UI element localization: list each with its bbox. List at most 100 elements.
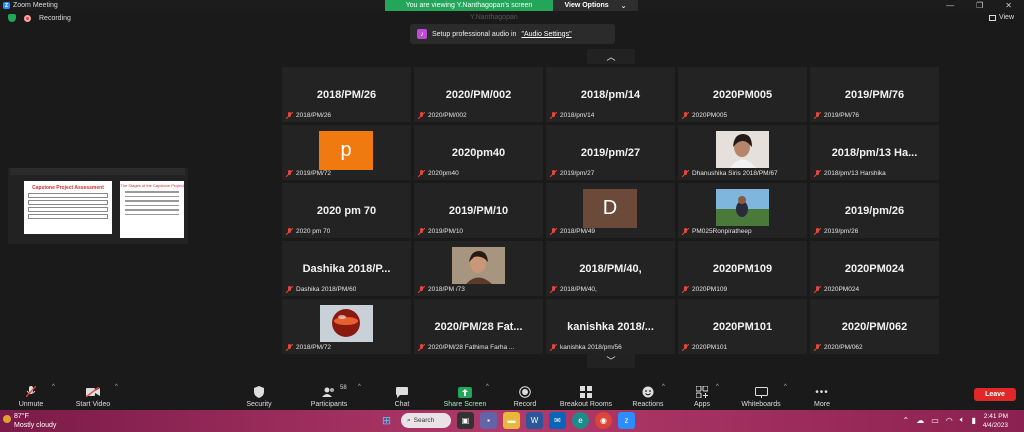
chrome-icon[interactable]: ◉ [595, 412, 612, 429]
more-dots-icon: ••• [815, 386, 829, 398]
shared-screen-thumbnail[interactable]: Capstone Project Assessment The Stages o… [8, 168, 188, 244]
participant-tile[interactable]: PM025Ronpiratheep [678, 183, 807, 238]
chevron-up-icon[interactable]: ^ [52, 384, 55, 390]
grid-view-icon [988, 14, 996, 21]
security-shield-icon[interactable] [8, 14, 16, 22]
teams-icon[interactable]: ▪ [480, 412, 497, 429]
apps-button[interactable]: Apps [690, 380, 714, 410]
participant-photo [716, 131, 769, 168]
participant-tile[interactable]: 2018/PM /73 [414, 241, 543, 296]
reactions-button[interactable]: Reactions [630, 380, 666, 410]
participant-display-name: 2018/pm/14 [580, 89, 641, 101]
participant-tile[interactable]: D 2018/PM/49 [546, 183, 675, 238]
participant-tile[interactable]: 2020PM005 2020PM005 [678, 67, 807, 122]
participant-tile[interactable]: 2018/PM/26 2018/PM/26 [282, 67, 411, 122]
whiteboards-label: Whiteboards [741, 401, 781, 408]
mic-muted-icon [285, 227, 294, 236]
participant-display-name: 2020/PM/002 [445, 89, 512, 101]
audio-settings-link[interactable]: "Audio Settings" [521, 31, 571, 38]
mic-muted-icon [417, 111, 426, 120]
participant-tile[interactable]: Dashika 2018/P... Dashika 2018/PM/60 [282, 241, 411, 296]
share-screen-button[interactable]: Share Screen [440, 380, 490, 410]
restore-icon[interactable]: ❐ [976, 1, 983, 10]
unmute-button[interactable]: Unmute [14, 380, 48, 410]
chevron-up-icon[interactable]: ^ [115, 384, 118, 390]
recording-icon [24, 14, 31, 22]
participant-photo [716, 189, 769, 226]
breakout-rooms-button[interactable]: Breakout Rooms [555, 380, 617, 410]
leave-button[interactable]: Leave [974, 388, 1016, 401]
participant-tile[interactable]: p 2019/PM/72 [282, 125, 411, 180]
participants-button[interactable]: 58 Participants [305, 380, 353, 410]
security-button[interactable]: Security [240, 380, 278, 410]
chevron-up-icon[interactable]: ^ [358, 384, 361, 390]
participant-tile[interactable]: 2020pm40 2020pm40 [414, 125, 543, 180]
apps-label: Apps [694, 401, 710, 408]
presenter-name: Y.Nanthagopan [470, 14, 518, 21]
battery-icon[interactable]: ▮ [972, 416, 976, 425]
display-icon[interactable]: ▭ [931, 416, 939, 425]
more-button[interactable]: ••• More [808, 380, 836, 410]
participant-tile[interactable]: 2019/PM/76 2019/PM/76 [810, 67, 939, 122]
participant-tile[interactable]: 2018/PM/40, 2018/PM/40, [546, 241, 675, 296]
participant-tile[interactable]: 2020PM109 2020PM109 [678, 241, 807, 296]
participant-display-name: 2019/pm/26 [844, 205, 905, 217]
windows-start-icon[interactable]: ⊞ [378, 412, 395, 429]
view-button[interactable]: View [988, 14, 1014, 21]
chevron-up-icon[interactable]: ^ [662, 384, 665, 390]
page-up-button[interactable]: ︿ [587, 49, 635, 64]
participant-tile[interactable]: 2020/PM/002 2020/PM/002 [414, 67, 543, 122]
participant-display-name: 2020/PM/062 [841, 321, 908, 333]
participant-tile[interactable]: 2020 pm 70 2020 pm 70 [282, 183, 411, 238]
file-explorer-icon[interactable]: ▬ [503, 412, 520, 429]
whiteboards-button[interactable]: Whiteboards [736, 380, 786, 410]
chat-label: Chat [394, 401, 410, 408]
participant-tile[interactable]: kanishka 2018/... kanishka 2018/pm/56 [546, 299, 675, 354]
volume-icon[interactable]: 🔈︎ [960, 415, 965, 425]
mic-muted-icon [549, 169, 558, 178]
task-view-icon[interactable]: ▣ [457, 412, 474, 429]
page-down-button[interactable]: ﹀ [587, 353, 635, 368]
wifi-icon[interactable]: ◠ [946, 416, 953, 425]
zoom-taskbar-icon[interactable]: z [618, 412, 635, 429]
participant-tile[interactable]: Dhanushika Siris 2018/PM/67 [678, 125, 807, 180]
participant-photo [320, 305, 373, 342]
chevron-up-icon[interactable]: ⌃ [903, 416, 910, 425]
participant-tile[interactable]: 2020/PM/28 Fat... 2020/PM/28 Fathima Farh… [414, 299, 543, 354]
chevron-up-icon[interactable]: ^ [784, 384, 787, 390]
start-video-button[interactable]: Start Video [70, 380, 116, 410]
participant-tile[interactable]: 2018/pm/14 2018/pm/14 [546, 67, 675, 122]
chevron-up-icon[interactable]: ^ [716, 384, 719, 390]
outlook-icon[interactable]: ✉ [549, 412, 566, 429]
cloud-icon[interactable]: ☁ [916, 416, 924, 425]
weather-widget[interactable]: 87°F Mostly cloudy [14, 412, 56, 430]
edge-icon[interactable]: e [572, 412, 589, 429]
view-options-button[interactable]: View Options ⌄ [553, 0, 638, 11]
participant-tile[interactable]: 2018/PM/72 [282, 299, 411, 354]
participant-tile[interactable]: 2020/PM/062 2020/PM/062 [810, 299, 939, 354]
participant-tile[interactable]: 2019/PM/10 2019/PM/10 [414, 183, 543, 238]
close-icon[interactable]: ✕ [1005, 1, 1012, 10]
word-icon[interactable]: W [526, 412, 543, 429]
participant-tile[interactable]: 2020PM101 2020PM101 [678, 299, 807, 354]
participant-display-name: 2020pm40 [451, 147, 506, 159]
participant-photo [452, 247, 505, 284]
chat-button[interactable]: Chat [388, 380, 416, 410]
mic-muted-icon [549, 343, 558, 352]
taskbar-clock[interactable]: 2:41 PM 4/4/2023 [983, 412, 1008, 430]
minimize-icon[interactable]: — [946, 1, 954, 10]
record-button[interactable]: Record [510, 380, 540, 410]
view-label: View [998, 14, 1014, 21]
clock-date: 4/4/2023 [982, 422, 1008, 429]
participants-icon: 58 [322, 385, 347, 398]
system-tray: ⌃ ☁ ▭ ◠ 🔈︎ ▮ [903, 415, 976, 425]
mic-muted-icon [549, 227, 558, 236]
participant-tile[interactable]: 2019/pm/27 2019/pm/27 [546, 125, 675, 180]
participant-tile[interactable]: 2019/pm/26 2019/pm/26 [810, 183, 939, 238]
participant-tile[interactable]: 2020PM024 2020PM024 [810, 241, 939, 296]
participant-tile[interactable]: 2018/pm/13 Ha... 2018/pm/13 Harshika [810, 125, 939, 180]
taskbar-search[interactable]: ⌕ Search [401, 413, 451, 428]
chevron-up-icon[interactable]: ^ [486, 384, 489, 390]
participant-name-label: 2019/PM/76 [824, 112, 860, 119]
participant-display-name: 2020PM101 [712, 321, 773, 333]
